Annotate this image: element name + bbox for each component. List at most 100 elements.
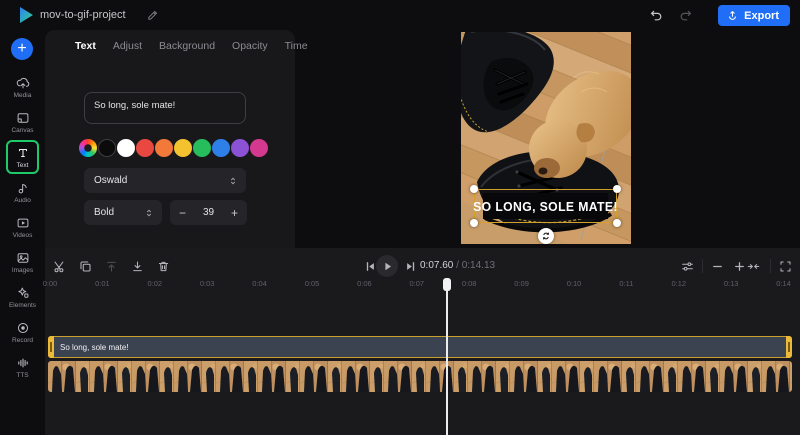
panel-tabs: Text Adjust Background Opacity Time (75, 40, 308, 52)
filmstrip-frame (118, 361, 132, 392)
sidebar-item-elements[interactable]: Elements (0, 280, 45, 315)
color-swatch-6[interactable] (193, 139, 211, 157)
video-preview: SO LONG, SOLE MATE! (461, 32, 631, 244)
color-swatch-9[interactable] (250, 139, 268, 157)
elements-icon (16, 286, 30, 300)
clip-trim-handle-right[interactable] (786, 336, 792, 358)
filmstrip-frame (706, 361, 720, 392)
tab-opacity[interactable]: Opacity (232, 40, 268, 52)
filmstrip-frame (62, 361, 76, 392)
filmstrip-frame (776, 361, 790, 392)
font-weight-select[interactable]: Bold (84, 200, 162, 225)
delete-clip-button[interactable] (152, 255, 174, 277)
filmstrip-frame (412, 361, 426, 392)
color-swatch-8[interactable] (231, 139, 249, 157)
ruler-label-0-07: 0:07 (409, 279, 425, 288)
sidebar-item-videos[interactable]: Videos (0, 210, 45, 245)
sidebar-item-tts[interactable]: TTS (0, 350, 45, 385)
move-track-down-button[interactable] (126, 255, 148, 277)
sidebar-item-images[interactable]: Images (0, 245, 45, 280)
undo-icon[interactable] (648, 7, 664, 23)
export-button[interactable]: Export (718, 5, 790, 26)
skip-next-icon (403, 259, 418, 274)
filmstrip-frame (342, 361, 356, 392)
rotate-icon (543, 232, 549, 240)
clip-trim-handle-left[interactable] (48, 336, 54, 358)
sidebar-item-text[interactable]: Text (0, 140, 45, 175)
filmstrip-frame (636, 361, 650, 392)
selection-handle-bottom-left[interactable] (470, 219, 478, 227)
zoom-out-icon (710, 259, 725, 274)
preview-text-overlay[interactable]: SO LONG, SOLE MATE! (473, 193, 618, 219)
filmstrip-frame (216, 361, 230, 392)
tab-text[interactable]: Text (75, 40, 96, 52)
rename-project-icon[interactable] (146, 8, 160, 22)
tab-time[interactable]: Time (285, 40, 308, 52)
rotate-handle[interactable] (538, 228, 554, 244)
sidebar-item-label: TTS (16, 372, 29, 379)
split-clip-button[interactable] (48, 255, 70, 277)
play-button[interactable] (376, 255, 398, 277)
selection-handle-top-left[interactable] (470, 185, 478, 193)
tab-adjust[interactable]: Adjust (113, 40, 142, 52)
filmstrip-frame (202, 361, 216, 392)
color-wheel-swatch[interactable] (79, 139, 97, 157)
filmstrip-frame (594, 361, 608, 392)
current-time: 0:07.60 (420, 260, 454, 271)
color-swatch-7[interactable] (212, 139, 230, 157)
sidebar-item-canvas[interactable]: Canvas (0, 105, 45, 140)
sidebar-item-media[interactable]: Media (0, 70, 45, 105)
skip-next-button[interactable] (399, 255, 421, 277)
fullscreen-button[interactable] (774, 255, 796, 277)
sidebar-item-audio[interactable]: Audio (0, 175, 45, 210)
text-input[interactable]: So long, sole mate! (84, 92, 246, 124)
font-family-value: Oswald (94, 175, 128, 186)
ruler-label-0-06: 0:06 (357, 279, 372, 288)
filmstrip-frame (356, 361, 370, 392)
ruler-label-0-04: 0:04 (252, 279, 267, 288)
duplicate-clip-button[interactable] (74, 255, 96, 277)
color-swatch-1[interactable] (98, 139, 116, 157)
increase-font-size-button[interactable]: + (231, 207, 238, 219)
sidebar-item-label: Media (13, 92, 32, 99)
move-track-up-button[interactable] (100, 255, 122, 277)
timeline-video-clip[interactable] (48, 361, 792, 392)
videos-icon (16, 216, 30, 230)
selection-handle-top-right[interactable] (613, 185, 621, 193)
filmstrip-frame (468, 361, 482, 392)
record-icon (16, 321, 30, 335)
sidebar-item-record[interactable]: Record (0, 315, 45, 350)
app-logo-icon[interactable] (16, 5, 36, 25)
font-size-value: 39 (202, 207, 215, 218)
playhead-handle[interactable] (443, 278, 451, 291)
zoom-fit-icon (746, 259, 761, 274)
selection-handle-bottom-right[interactable] (613, 219, 621, 227)
filmstrip-frame (244, 361, 258, 392)
redo-icon[interactable] (678, 7, 694, 23)
ruler-label-0-08: 0:08 (461, 279, 477, 288)
color-swatch-5[interactable] (174, 139, 192, 157)
tab-background[interactable]: Background (159, 40, 215, 52)
color-swatch-2[interactable] (117, 139, 135, 157)
chevron-updown-icon (144, 208, 154, 218)
filmstrip-frame (510, 361, 524, 392)
filmstrip-frame (454, 361, 468, 392)
decrease-font-size-button[interactable]: − (179, 207, 186, 219)
text-icon (16, 146, 30, 160)
filmstrip-frame (426, 361, 440, 392)
timeline-text-clip[interactable]: So long, sole mate! (48, 336, 792, 358)
duplicate-icon (78, 259, 93, 274)
filmstrip-frame (552, 361, 566, 392)
filmstrip-frame (734, 361, 748, 392)
text-settings-panel: Text Adjust Background Opacity Time So long,… (45, 30, 308, 255)
color-swatch-4[interactable] (155, 139, 173, 157)
zoom-out-button[interactable] (706, 255, 728, 277)
time-ruler[interactable]: 0:00 0:01 0:02 0:03 0:04 0:05 0:06 0:07 0:08 0:09… (43, 279, 800, 291)
filmstrip-frame (132, 361, 146, 392)
add-media-button[interactable]: + (11, 38, 33, 60)
color-swatch-3[interactable] (136, 139, 154, 157)
toolbar-divider (770, 259, 771, 273)
timeline-settings-button[interactable] (676, 255, 698, 277)
zoom-fit-button[interactable] (742, 255, 764, 277)
font-family-select[interactable]: Oswald (84, 168, 246, 193)
